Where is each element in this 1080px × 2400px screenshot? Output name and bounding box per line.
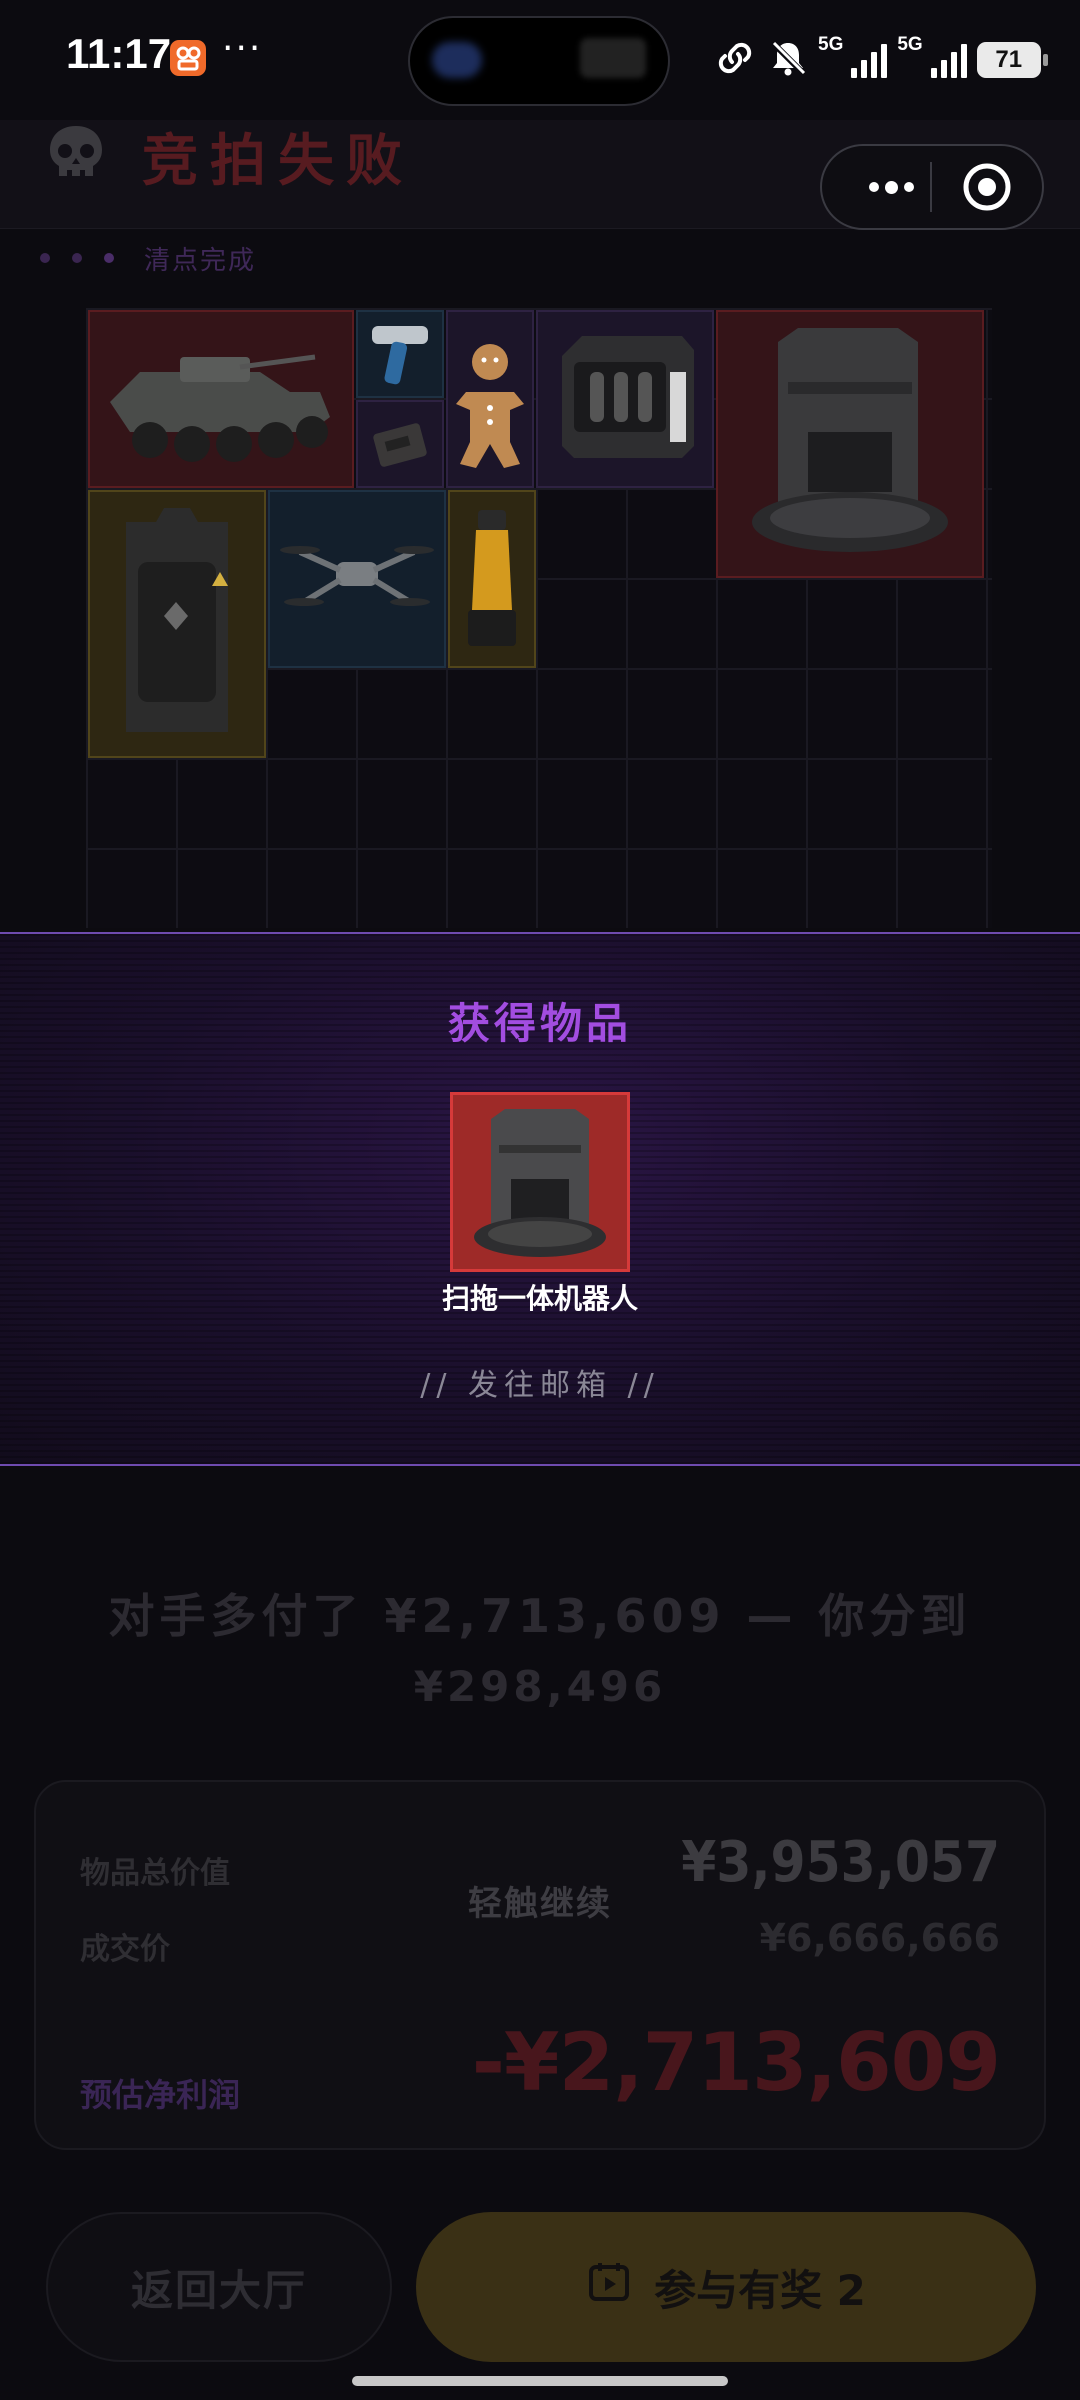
mute-bell-icon — [768, 39, 808, 81]
status-indicators: 5G 5G 71 — [712, 34, 1048, 86]
inventory-grid — [86, 308, 992, 928]
coffee-machine-icon — [562, 336, 694, 458]
net-profit-label: 预估净利润 — [80, 2076, 241, 2114]
status-time: 11:17 — [66, 30, 172, 77]
item-drone — [268, 490, 446, 668]
item-gingerbread-man — [446, 310, 534, 488]
progress-dot — [72, 253, 82, 263]
total-value-amount: ¥3,953,057 — [681, 1830, 1000, 1895]
result-summary-text: 对手多付了 ¥2,713,609 — 你分到 — [108, 1589, 972, 1643]
island-badge — [580, 38, 646, 78]
acquired-item-card — [450, 1092, 630, 1272]
progress-steps: 清点完成 — [40, 238, 256, 278]
robot-vacuum-station-icon — [752, 328, 948, 552]
item-thermometer-gun — [356, 310, 444, 398]
result-share-amount: ¥298,496 — [413, 1662, 667, 1711]
island-app-icon — [432, 42, 482, 78]
item-power-station — [88, 490, 266, 758]
progress-dot — [104, 253, 114, 263]
item-robot-vacuum-station — [716, 310, 984, 578]
app-notification-icon — [170, 40, 206, 76]
battery-icon: 71 — [976, 42, 1048, 78]
calendar-play-icon — [586, 2259, 632, 2315]
join-reward-label: 参与有奖 2 — [654, 2265, 866, 2315]
join-reward-button[interactable]: 参与有奖 2 — [416, 2212, 1036, 2362]
capsule-divider — [930, 162, 932, 212]
robot-vacuum-station-icon — [474, 1109, 606, 1257]
link-icon — [712, 40, 758, 80]
thermometer-gun-icon — [372, 326, 428, 385]
home-indicator — [352, 2376, 728, 2386]
power-station-icon — [126, 508, 228, 732]
deal-price-label: 成交价 — [80, 1932, 170, 1967]
page-title: 竞拍失败 — [142, 129, 414, 194]
network-type-1: 5G — [818, 34, 844, 55]
network-type-2: 5G — [897, 34, 923, 55]
drone-icon — [280, 546, 434, 606]
acquired-title: 获得物品 — [447, 999, 632, 1048]
item-small-device — [356, 400, 444, 488]
progress-dot — [40, 253, 50, 263]
close-miniprogram-button[interactable] — [960, 160, 1014, 214]
return-lobby-label: 返回大厅 — [130, 2265, 307, 2315]
item-juicer-bottle — [448, 490, 536, 668]
juicer-bottle-icon — [468, 510, 516, 646]
more-options-button[interactable] — [846, 160, 936, 214]
signal-icon-2 — [930, 42, 967, 78]
status-more-icon: ··· — [222, 28, 263, 69]
net-profit-amount: -¥2,713,609 — [471, 2016, 1001, 2109]
mailbox-destination-label: // 发往邮箱 // — [420, 1368, 660, 1403]
armored-vehicle-icon — [110, 354, 330, 462]
item-armored-vehicle — [88, 310, 354, 488]
deal-price-amount: ¥6,666,666 — [759, 1916, 1000, 1960]
item-coffee-machine — [536, 310, 714, 488]
skull-icon — [44, 122, 108, 201]
signal-icon-1 — [851, 42, 888, 78]
gingerbread-man-icon — [456, 344, 524, 468]
return-lobby-button[interactable]: 返回大厅 — [46, 2212, 392, 2362]
small-device-icon — [373, 423, 427, 467]
acquired-item-name: 扫拖一体机器人 — [441, 1282, 638, 1315]
progress-label: 清点完成 — [144, 245, 257, 276]
